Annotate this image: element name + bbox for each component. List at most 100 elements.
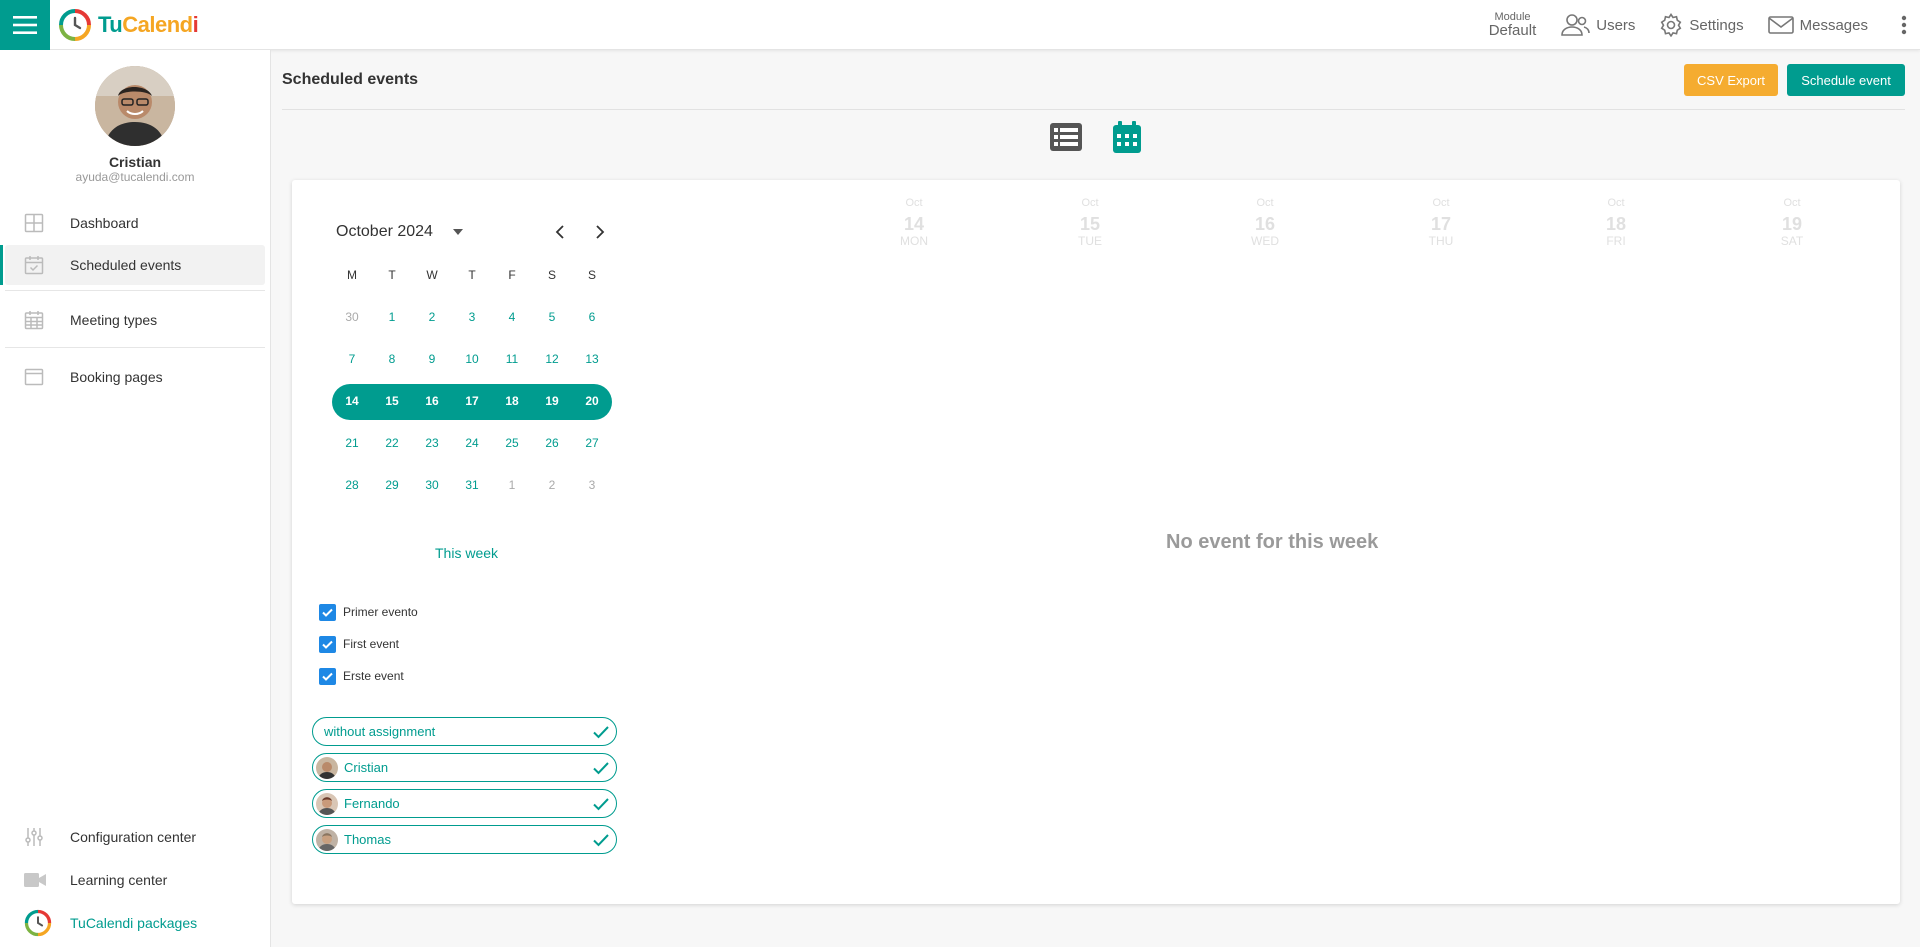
event-type-label: First event: [343, 637, 400, 651]
menu-toggle-button[interactable]: [0, 0, 50, 50]
week-day-number: 15: [1079, 214, 1101, 234]
assignee-filter-pill[interactable]: Fernando: [312, 789, 617, 818]
svg: [316, 792, 338, 815]
calendar-day[interactable]: 21: [336, 427, 368, 459]
sidebar-item-booking-pages[interactable]: Booking pages: [5, 357, 265, 397]
calendar-day[interactable]: 31: [456, 469, 488, 501]
calendar-day[interactable]: 10: [456, 343, 488, 375]
csv-export-button[interactable]: CSV Export: [1684, 64, 1778, 96]
calendar-day[interactable]: 27: [576, 427, 608, 459]
calendar-grid-icon: [24, 311, 44, 330]
event-type-filter[interactable]: First event: [319, 635, 399, 653]
calendar-day[interactable]: 14: [336, 385, 368, 417]
calendar-day[interactable]: 30: [416, 469, 448, 501]
calendar-day[interactable]: 3: [576, 469, 608, 501]
calendar-day[interactable]: 2: [416, 301, 448, 333]
week-day-name: FRI: [1606, 234, 1626, 248]
messages-nav[interactable]: Messages: [1767, 15, 1868, 35]
calendar-day[interactable]: 18: [496, 385, 528, 417]
check-icon: [593, 762, 609, 775]
calendar-day[interactable]: 13: [576, 343, 608, 375]
calendar-day[interactable]: 30: [336, 301, 368, 333]
event-type-filter[interactable]: Erste event: [319, 667, 404, 685]
tucalendi-logo[interactable]: TuCalendi: [58, 8, 199, 42]
calendar-day[interactable]: 8: [376, 343, 408, 375]
video-camera-icon: [24, 873, 46, 887]
sidebar-divider: [5, 347, 265, 348]
sidebar-item-configuration-center[interactable]: Configuration center: [5, 817, 265, 857]
calendar-day[interactable]: 23: [416, 427, 448, 459]
week-day-header: Oct 17 THU: [1411, 197, 1471, 248]
calendar-day[interactable]: 16: [416, 385, 448, 417]
avatar: [316, 756, 338, 779]
calendar-day[interactable]: 17: [456, 385, 488, 417]
week-day-header: Oct 14 MON: [884, 197, 944, 248]
hamburger-icon: [13, 16, 37, 34]
assignee-filter-pill[interactable]: without assignment: [312, 717, 617, 746]
calendar-check-icon: [24, 256, 44, 275]
event-type-label: Primer evento: [343, 605, 418, 619]
sliders-icon: [25, 828, 43, 846]
calendar-day[interactable]: 11: [496, 343, 528, 375]
chevron-left-icon: [555, 225, 564, 239]
calendar-day[interactable]: 22: [376, 427, 408, 459]
week-day-month: Oct: [1432, 197, 1450, 209]
prev-month-button[interactable]: [548, 220, 572, 244]
checkbox-checked[interactable]: [319, 635, 336, 653]
list-view-button[interactable]: [1049, 120, 1083, 154]
ic: [24, 872, 54, 888]
sidebar-item-meeting-types[interactable]: Meeting types: [5, 300, 265, 340]
calendar-day[interactable]: 29: [376, 469, 408, 501]
schedule-event-button[interactable]: Schedule event: [1787, 64, 1905, 96]
next-month-button[interactable]: [588, 220, 612, 244]
users-label: Users: [1596, 16, 1636, 34]
page-title: Scheduled events: [282, 71, 419, 88]
calendar-day[interactable]: 1: [376, 301, 408, 333]
assignee-filter-pill[interactable]: Thomas: [312, 825, 617, 854]
weekday-header: F: [508, 268, 516, 282]
calendar-day[interactable]: 3: [456, 301, 488, 333]
calendar-day[interactable]: 26: [536, 427, 568, 459]
sidebar-item-dashboard[interactable]: Dashboard: [5, 203, 265, 243]
more-options-button[interactable]: [1892, 0, 1916, 50]
window-icon: [24, 368, 44, 386]
sidebar-item-scheduled-events[interactable]: Scheduled events: [0, 245, 265, 285]
check-icon: [593, 798, 609, 811]
calendar-day[interactable]: 28: [336, 469, 368, 501]
calendar-day[interactable]: 12: [536, 343, 568, 375]
brand-tu: Tu: [98, 12, 123, 37]
week-day-month: Oct: [905, 197, 923, 209]
calendar-day[interactable]: 19: [536, 385, 568, 417]
checkbox-checked[interactable]: [319, 603, 336, 621]
calendar-day[interactable]: 5: [536, 301, 568, 333]
calendar-day[interactable]: 9: [416, 343, 448, 375]
week-day-month: Oct: [1256, 197, 1274, 209]
weekday-header: S: [587, 268, 596, 282]
calendar-day[interactable]: 20: [576, 385, 608, 417]
calendar-day[interactable]: 1: [496, 469, 528, 501]
avatar[interactable]: [95, 66, 175, 146]
sidebar-item-learning-center[interactable]: Learning center: [5, 860, 265, 900]
calendar-view-button[interactable]: [1110, 120, 1144, 154]
calendar-day[interactable]: 2: [536, 469, 568, 501]
assignee-filter-pill[interactable]: Cristian: [312, 753, 617, 782]
month-selector[interactable]: October 2024: [336, 223, 463, 241]
this-week-link[interactable]: This week: [435, 545, 498, 561]
calendar-day[interactable]: 6: [576, 301, 608, 333]
header-divider: [282, 109, 1905, 110]
ic: [24, 827, 54, 847]
calendar-day[interactable]: 15: [376, 385, 408, 417]
module-selector[interactable]: Module Default: [1489, 12, 1537, 39]
checkbox-checked[interactable]: [319, 667, 336, 685]
calendar-day[interactable]: 4: [496, 301, 528, 333]
svg: [316, 756, 338, 779]
settings-nav[interactable]: Settings: [1659, 13, 1744, 37]
calendar-day[interactable]: 24: [456, 427, 488, 459]
event-type-filter[interactable]: Primer evento: [319, 603, 418, 621]
calendar-day[interactable]: 7: [336, 343, 368, 375]
calendar-day[interactable]: 25: [496, 427, 528, 459]
week-day-number: 14: [903, 214, 925, 234]
sidebar-item-tucalendi-packages[interactable]: TuCalendi packages: [5, 903, 265, 943]
users-nav[interactable]: Users: [1560, 13, 1635, 37]
week-day-header: Oct 15 TUE: [1060, 198, 1120, 248]
